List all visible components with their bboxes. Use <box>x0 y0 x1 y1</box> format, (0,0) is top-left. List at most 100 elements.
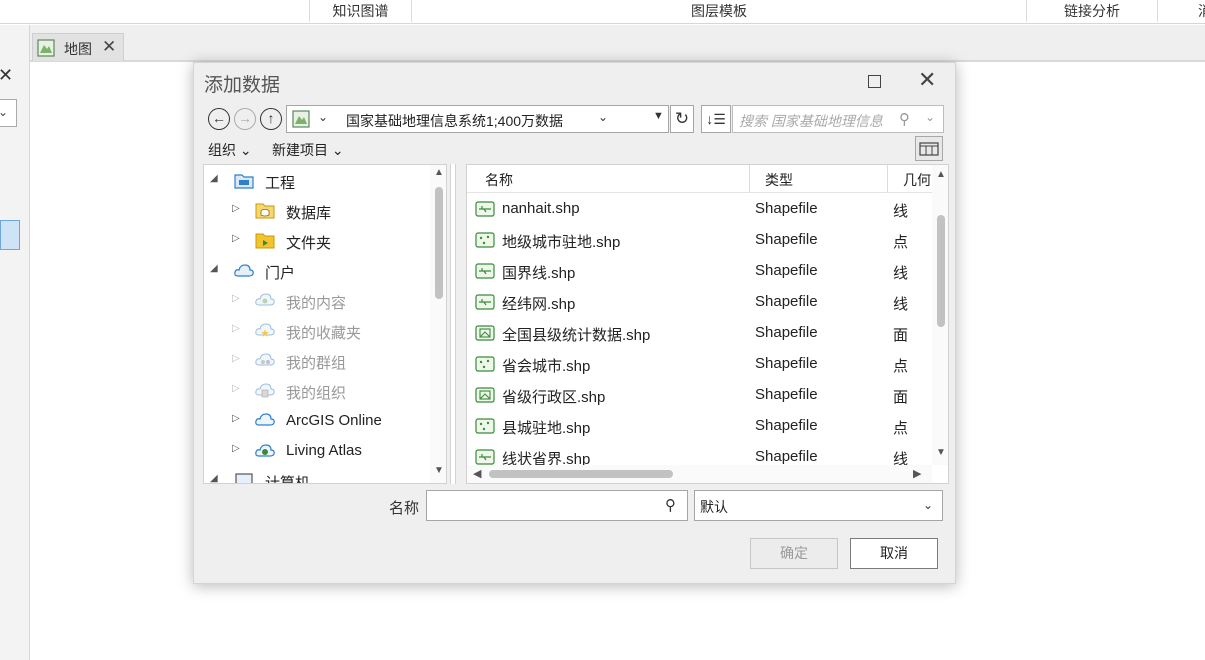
new-item-menu[interactable]: 新建项目 ⌄ <box>272 140 344 160</box>
point-shapefile-icon <box>475 418 495 434</box>
tree-item-folder[interactable]: ▷ 文件夹 <box>204 227 430 255</box>
search-input[interactable]: 搜索 国家基础地理信息 ⚲ ⌄ <box>732 105 944 133</box>
close-dialog-icon[interactable]: ✕ <box>918 69 936 91</box>
pane-close-icon[interactable]: ✕ <box>0 65 13 86</box>
list-horizontal-scrollbar[interactable]: ◀ ▶ <box>467 465 932 483</box>
tree-item-label: 工程 <box>265 175 296 192</box>
list-item[interactable]: 县城驻地.shp Shapefile 点 <box>467 412 932 443</box>
column-header-type[interactable]: 类型 <box>765 170 793 190</box>
list-item[interactable]: 地级城市驻地.shp Shapefile 点 <box>467 226 932 257</box>
tab-map[interactable]: 地图 ✕ <box>32 33 124 61</box>
portal-cloud-icon <box>234 264 254 277</box>
list-item[interactable]: 全国县级统计数据.shp Shapefile 面 <box>467 319 932 350</box>
collapse-arrow-icon[interactable]: ◢ <box>210 263 218 274</box>
file-geometry: 点 <box>893 358 909 375</box>
collapse-arrow-icon[interactable]: ◢ <box>210 473 218 483</box>
expand-arrow-icon[interactable]: ▷ <box>232 353 240 364</box>
file-list: 名称 类型 几何 nanhait.shp Shapefile 线 地级城市驻地.… <box>466 164 949 484</box>
file-type: Shapefile <box>755 262 818 279</box>
tree-item-organization[interactable]: ▷ 我的组织 <box>204 377 430 405</box>
file-geometry: 面 <box>893 389 909 406</box>
pane-selected-item[interactable] <box>0 220 20 250</box>
file-type: Shapefile <box>755 293 818 310</box>
location-path-box[interactable]: ⌄ 国家基础地理信息系统1;400万数据 ⌄ ▼ <box>286 105 669 133</box>
favorites-icon <box>255 323 275 337</box>
pane-splitter[interactable] <box>450 164 456 484</box>
polygon-shapefile-icon <box>475 387 495 403</box>
tree-scrollbar[interactable]: ▲ ▼ <box>430 165 446 483</box>
back-button[interactable]: ← <box>208 108 230 130</box>
filter-select[interactable]: 默认 ⌄ <box>694 490 943 521</box>
close-tab-icon[interactable]: ✕ <box>102 37 116 57</box>
chevron-down-icon[interactable]: ⌄ <box>925 110 935 124</box>
location-path-text[interactable]: 国家基础地理信息系统1;400万数据 <box>346 111 563 131</box>
expand-arrow-icon[interactable]: ▷ <box>232 323 240 334</box>
column-header-geometry[interactable]: 几何 <box>903 170 931 190</box>
project-icon <box>234 174 254 189</box>
scroll-right-icon[interactable]: ▶ <box>913 467 921 480</box>
chevron-down-icon[interactable]: ⌄ <box>598 110 608 124</box>
column-divider[interactable] <box>887 165 888 193</box>
database-icon <box>255 203 275 219</box>
chevron-down-icon[interactable]: ⌄ <box>318 110 328 124</box>
navigation-tree: ◢ 工程 ▷ 数据库 ▷ 文件夹 ◢ 门户 ▷ 我的内容 ▷ 我的收藏夹 ▷ 我… <box>203 164 447 484</box>
scroll-left-icon[interactable]: ◀ <box>473 467 481 480</box>
cancel-button[interactable]: 取消 <box>850 538 938 569</box>
tree-item-computer[interactable]: ◢ 计算机 <box>204 467 430 483</box>
forward-button[interactable]: → <box>234 108 256 130</box>
refresh-button[interactable]: ↻ <box>670 105 694 133</box>
file-geometry: 点 <box>893 420 909 437</box>
list-item[interactable]: 国界线.shp Shapefile 线 <box>467 257 932 288</box>
tree-item-arcgis-online[interactable]: ▷ ArcGIS Online <box>204 407 430 435</box>
search-icon[interactable]: ⚲ <box>899 110 910 128</box>
tree-item-living-atlas[interactable]: ▷ Living Atlas <box>204 437 430 465</box>
polygon-shapefile-icon <box>475 325 495 341</box>
column-header-name[interactable]: 名称 <box>485 170 513 190</box>
sort-button[interactable]: ↓☰ <box>701 105 731 133</box>
expand-arrow-icon[interactable]: ▷ <box>232 383 240 394</box>
expand-arrow-icon[interactable]: ▷ <box>232 293 240 304</box>
path-history-dropdown-icon[interactable]: ▼ <box>653 110 664 122</box>
organize-menu[interactable]: 组织 ⌄ <box>208 140 252 160</box>
list-item[interactable]: 经纬网.shp Shapefile 线 <box>467 288 932 319</box>
scroll-down-icon[interactable]: ▼ <box>936 447 946 458</box>
file-type: Shapefile <box>755 417 818 434</box>
up-folder-button[interactable]: ↑ <box>260 108 282 130</box>
expand-arrow-icon[interactable]: ▷ <box>232 413 240 424</box>
scroll-thumb[interactable] <box>937 215 945 327</box>
tree-item-project[interactable]: ◢ 工程 <box>204 167 430 195</box>
tree-item-groups[interactable]: ▷ 我的群组 <box>204 347 430 375</box>
list-item[interactable]: nanhait.shp Shapefile 线 <box>467 195 932 226</box>
tree-item-portal[interactable]: ◢ 门户 <box>204 257 430 285</box>
expand-arrow-icon[interactable]: ▷ <box>232 233 240 244</box>
scroll-thumb[interactable] <box>489 470 673 478</box>
file-name: nanhait.shp <box>502 200 580 217</box>
collapse-arrow-icon[interactable]: ◢ <box>210 173 218 184</box>
search-icon[interactable]: ⚲ <box>665 496 676 514</box>
maximize-icon[interactable] <box>868 75 881 88</box>
file-name: 国界线.shp <box>502 265 576 282</box>
scroll-down-icon[interactable]: ▼ <box>434 465 444 476</box>
list-item[interactable]: 省会城市.shp Shapefile 点 <box>467 350 932 381</box>
contents-pane: ✕ ⌄ <box>0 25 30 660</box>
column-divider[interactable] <box>749 165 750 193</box>
list-header: 名称 类型 几何 <box>467 165 932 193</box>
scroll-up-icon[interactable]: ▲ <box>434 167 444 178</box>
chevron-down-icon[interactable]: ⌄ <box>923 498 933 512</box>
search-placeholder: 搜索 国家基础地理信息 <box>739 113 883 129</box>
tab-map-label: 地图 <box>64 41 92 57</box>
layout-toggle-button[interactable] <box>915 136 943 161</box>
expand-arrow-icon[interactable]: ▷ <box>232 443 240 454</box>
tree-item-label: 我的收藏夹 <box>286 325 362 342</box>
name-field[interactable]: ⚲ <box>426 490 688 521</box>
scroll-up-icon[interactable]: ▲ <box>936 169 946 180</box>
tree-item-my-content[interactable]: ▷ 我的内容 <box>204 287 430 315</box>
list-item[interactable]: 省级行政区.shp Shapefile 面 <box>467 381 932 412</box>
list-vertical-scrollbar[interactable]: ▲ ▼ <box>932 165 948 465</box>
scroll-thumb[interactable] <box>435 187 443 299</box>
ok-button[interactable]: 确定 <box>750 538 838 569</box>
tree-item-favorites[interactable]: ▷ 我的收藏夹 <box>204 317 430 345</box>
expand-arrow-icon[interactable]: ▷ <box>232 203 240 214</box>
pane-combo-box[interactable]: ⌄ <box>0 99 17 127</box>
tree-item-database[interactable]: ▷ 数据库 <box>204 197 430 225</box>
